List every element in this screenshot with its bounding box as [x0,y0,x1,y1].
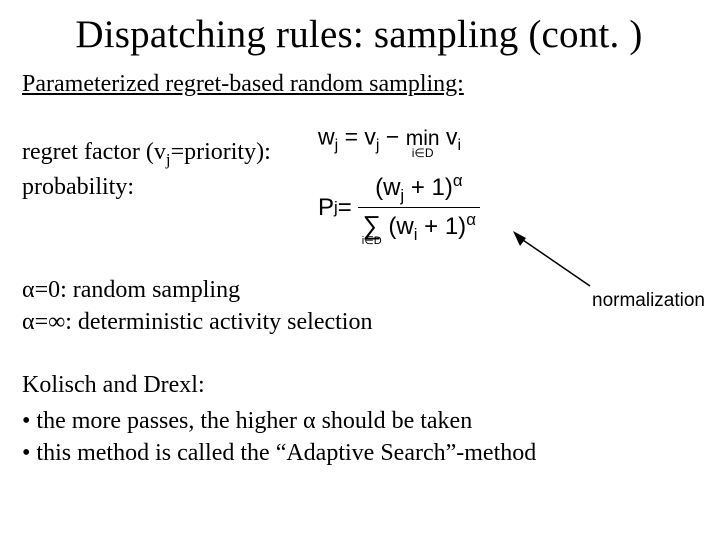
fraction-bar [358,207,480,208]
vi-v: v [440,124,458,150]
den-close: + 1) [417,213,466,240]
kolisch-bullets: the more passes, the higher α should be … [22,405,696,470]
equation-area: wj = vj − mini∈D vi Pj = (wj + 1)α ∑i∈D … [318,122,578,245]
annotation-arrow-icon [510,228,610,298]
wj-w: w [318,124,335,150]
pj-p: P [318,194,334,222]
num-sup: α [453,171,463,190]
vj-v: v [364,124,376,150]
regret-minus: − [380,124,406,150]
regret-equation: wj = vj − mini∈D vi [318,122,578,155]
den-open: (w [388,213,413,240]
den-sup: α [466,210,476,229]
vi-i: i [457,136,461,154]
subheading: Parameterized regret-based random sampli… [22,71,696,98]
kolisch-bullet-1: the more passes, the higher α should be … [22,405,696,437]
prob-numerator: (wj + 1)α [371,171,466,205]
prob-eq: = [338,194,352,222]
prob-denominator: ∑i∈D (wi + 1)α [358,210,480,245]
sum-block: ∑i∈D [362,212,382,247]
normalization-annotation: normalization [592,290,705,312]
slide-title: Dispatching rules: sampling (cont. ) [22,12,696,57]
prob-fraction: (wj + 1)α ∑i∈D (wi + 1)α [358,171,480,245]
regret-label-pre: regret factor (v [22,139,166,165]
kolisch-bullet-2: this method is called the “Adaptive Sear… [22,437,696,469]
min-block: mini∈D [406,126,440,159]
slide: Dispatching rules: sampling (cont. ) Par… [0,0,720,540]
num-close: + 1) [404,174,453,201]
regret-label-post: =priority): [171,139,271,165]
kolisch-heading: Kolisch and Drexl: [22,369,696,401]
num-open: (w [375,174,400,201]
regret-eq: = [338,124,364,150]
sum-under: i∈D [362,236,382,247]
